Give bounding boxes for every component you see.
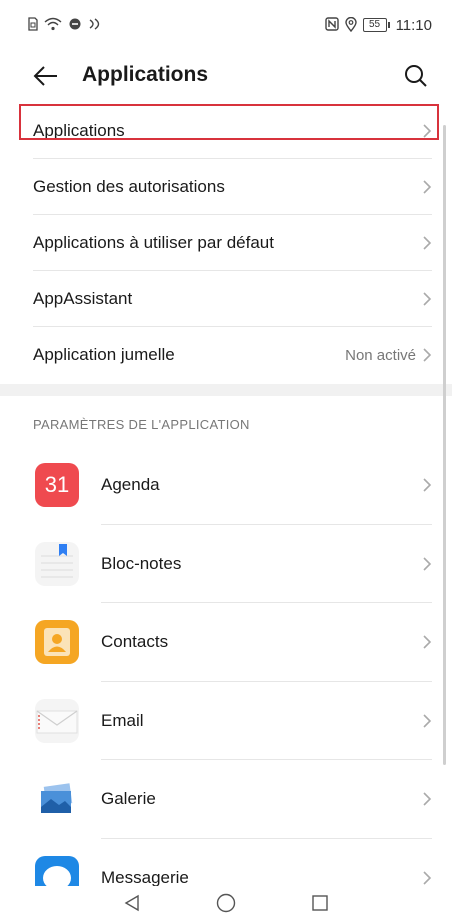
app-row-agenda[interactable]: 31 Agenda [0,446,452,525]
nfc-wave-icon [88,18,104,32]
sync-icon [68,17,82,33]
app-label: Galerie [101,789,156,809]
app-row-gallery[interactable]: Galerie [0,760,452,839]
app-label: Bloc-notes [101,553,182,573]
app-list: 31 Agenda Bloc-notes Contacts Email Gale… [0,446,452,917]
nfc-icon [324,17,339,33]
triangle-back-icon [124,894,139,912]
status-bar: 55 11:10 [0,0,452,50]
battery-level: 55 [362,18,387,32]
navigation-bar [0,886,452,920]
notepad-icon [35,541,79,586]
header: Applications [0,50,452,102]
chevron-right-icon [423,635,432,649]
app-row-email[interactable]: Email [0,682,452,760]
chevron-right-icon [423,478,432,492]
row-permissions[interactable]: Gestion des autorisations [0,159,452,215]
row-label: Applications à utiliser par défaut [33,233,274,252]
chevron-right-icon [423,557,432,571]
chevron-right-icon [423,124,432,138]
battery-icon: 55 [362,18,390,32]
scrollbar[interactable] [443,125,446,765]
gallery-icon [35,777,79,822]
status-left-icons [28,17,104,33]
contacts-icon [35,620,79,665]
nav-home-button[interactable] [214,891,238,915]
settings-list: Applications Gestion des autorisations A… [0,103,452,383]
wifi-icon [44,17,62,33]
chevron-right-icon [423,348,432,362]
app-label: Contacts [101,632,169,652]
app-row-notepad[interactable]: Bloc-notes [0,525,452,603]
section-title: PARAMÈTRES DE L'APPLICATION [33,417,250,432]
search-button[interactable] [400,60,432,92]
row-label: Application jumelle [33,345,175,364]
clock: 11:10 [395,16,432,34]
search-icon [405,65,427,87]
chevron-right-icon [423,292,432,306]
row-label: Gestion des autorisations [33,177,225,196]
row-appassistant[interactable]: AppAssistant [0,271,452,327]
square-recents-icon [312,895,328,911]
nav-back-button[interactable] [120,891,144,915]
app-label: Email [101,710,144,730]
chevron-right-icon [423,236,432,250]
calendar-date: 31 [44,472,70,498]
row-applications[interactable]: Applications [0,103,452,159]
email-icon [35,698,79,743]
calendar-icon: 31 [35,463,79,508]
row-twin-app[interactable]: Application jumelle Non activé [0,327,452,383]
nav-recents-button[interactable] [308,891,332,915]
chevron-right-icon [423,792,432,806]
circle-home-icon [216,893,236,913]
chevron-right-icon [423,871,432,885]
app-label: Agenda [101,475,160,495]
back-button[interactable] [30,60,62,92]
row-default-apps[interactable]: Applications à utiliser par défaut [0,215,452,271]
chevron-right-icon [423,714,432,728]
twin-app-status: Non activé [345,346,416,364]
status-right-icons: 55 11:10 [324,16,432,34]
app-row-contacts[interactable]: Contacts [0,603,452,682]
location-icon [344,16,357,34]
row-label: AppAssistant [33,289,133,308]
page-title: Applications [82,63,209,86]
chevron-right-icon [423,180,432,194]
app-label: Messagerie [101,867,189,887]
sim-icon [28,17,38,33]
section-divider [0,384,452,396]
row-label: Applications [33,121,125,140]
arrow-left-icon [33,66,57,86]
